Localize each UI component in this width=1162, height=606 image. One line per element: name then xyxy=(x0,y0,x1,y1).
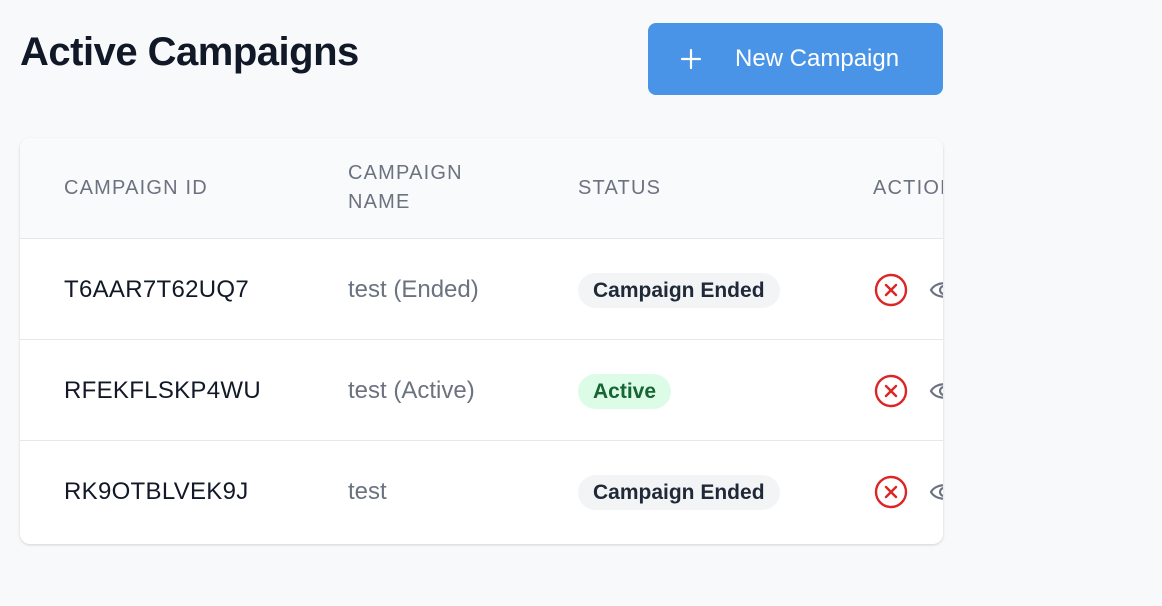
campaigns-table: Campaign ID Campaign Name Status Actions… xyxy=(20,138,943,544)
eye-icon[interactable] xyxy=(929,479,943,505)
eye-icon[interactable] xyxy=(929,277,943,303)
cancel-icon[interactable] xyxy=(874,273,908,307)
new-campaign-button[interactable]: New Campaign xyxy=(648,23,943,95)
new-campaign-label: New Campaign xyxy=(735,45,900,72)
column-header-campaign-id: Campaign ID xyxy=(64,177,208,199)
status-badge: Campaign Ended xyxy=(578,273,780,308)
campaigns-page: Active Campaigns New Campaign Campaign I… xyxy=(0,0,1162,606)
campaign-name-cell: test xyxy=(348,478,387,505)
cancel-icon[interactable] xyxy=(874,374,908,408)
page-title: Active Campaigns xyxy=(20,30,359,74)
campaign-id-cell: T6AAR7T62UQ7 xyxy=(64,276,250,303)
campaign-name-cell: test (Active) xyxy=(348,377,475,404)
column-header-campaign-name: Campaign Name xyxy=(348,162,463,213)
column-header-actions: Actions xyxy=(873,177,943,199)
eye-icon[interactable] xyxy=(929,378,943,404)
plus-icon xyxy=(680,48,702,70)
campaign-id-cell: RK9OTBLVEK9J xyxy=(64,478,249,505)
cancel-icon[interactable] xyxy=(874,475,908,509)
status-badge: Active xyxy=(578,374,672,409)
campaign-id-cell: RFEKFLSKP4WU xyxy=(64,377,261,404)
campaign-name-cell: test (Ended) xyxy=(348,276,479,303)
table-header: Campaign ID Campaign Name Status Actions xyxy=(20,138,943,239)
table-row: RK9OTBLVEK9J test Campaign Ended xyxy=(20,441,943,542)
table-row: T6AAR7T62UQ7 test (Ended) Campaign Ended xyxy=(20,239,943,340)
table-row: RFEKFLSKP4WU test (Active) Active xyxy=(20,340,943,441)
status-badge: Campaign Ended xyxy=(578,475,780,510)
column-header-status: Status xyxy=(578,177,662,199)
